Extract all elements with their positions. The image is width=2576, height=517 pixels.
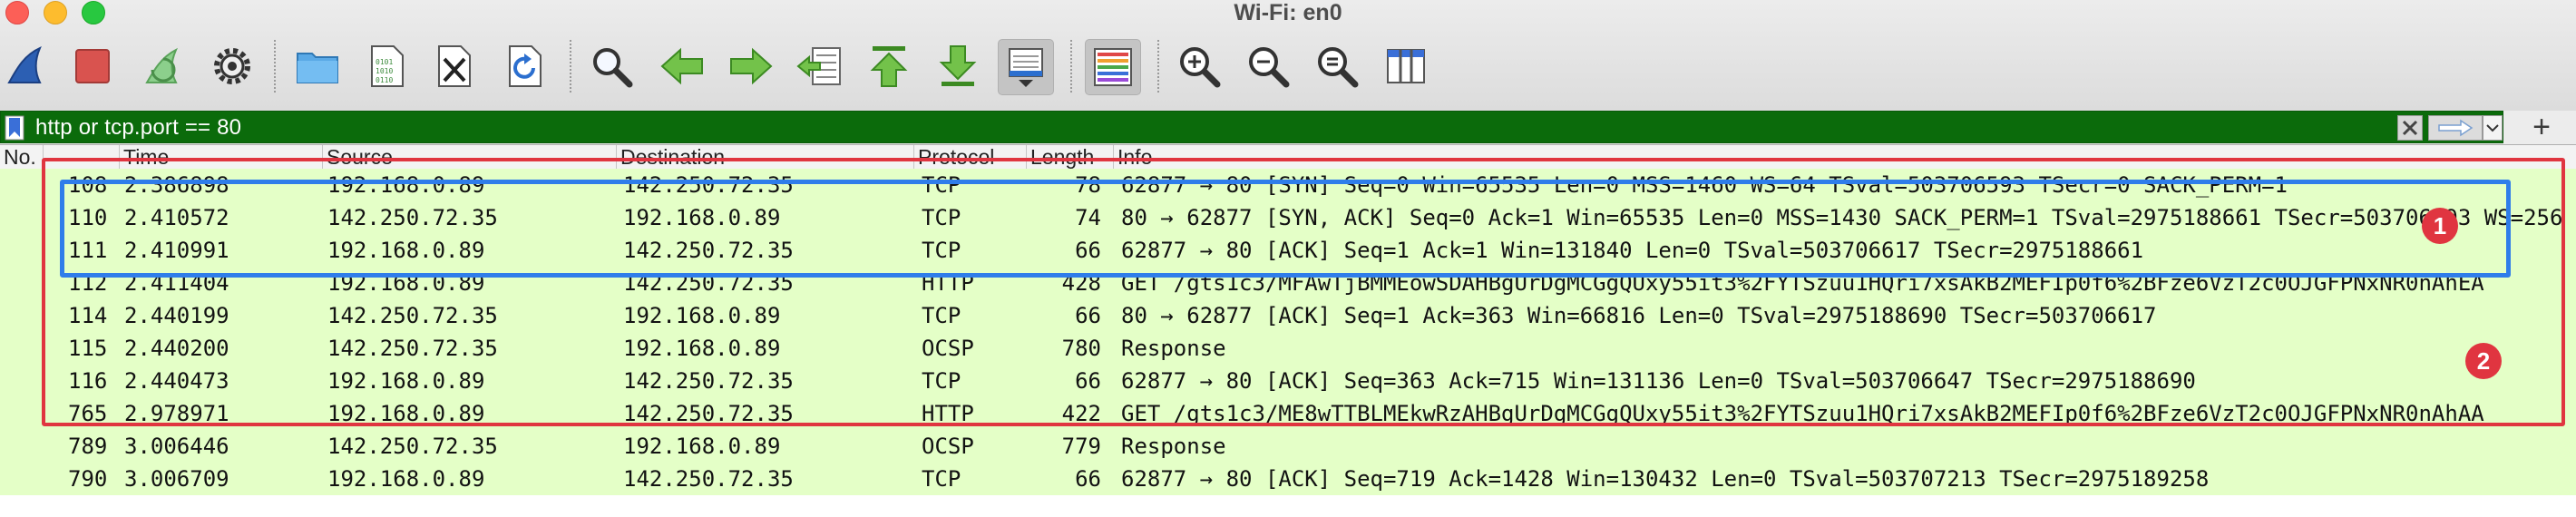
display-filter-text[interactable]: http or tcp.port == 80: [35, 113, 241, 142]
cell-time: 3.006446: [124, 434, 229, 459]
last-packet-button[interactable]: [931, 39, 985, 93]
restart-capture-button[interactable]: [136, 39, 190, 93]
zoom-reset-icon: [1318, 47, 1359, 88]
add-filter-button-icon[interactable]: +: [2523, 111, 2560, 143]
arrow-down-icon: [939, 45, 977, 86]
zoom-in-icon: [1180, 47, 1221, 88]
display-filter-bar: http or tcp.port == 80 +: [0, 111, 2576, 145]
cell-length: 779: [1061, 434, 1101, 459]
annotation-badge-2: 2: [2465, 343, 2502, 379]
arrow-left-icon: [660, 47, 703, 85]
stop-capture-button[interactable]: [65, 39, 120, 93]
cell-no: 789: [68, 434, 108, 459]
cell-info: Response: [1121, 434, 1226, 459]
resize-columns-icon: [1387, 49, 1425, 83]
normal-size-button[interactable]: [1310, 39, 1364, 93]
start-capture-button[interactable]: [0, 39, 54, 93]
cell-no: 790: [68, 466, 108, 492]
restart-fin-icon: [145, 47, 178, 83]
zoom-out-button[interactable]: [1241, 39, 1295, 93]
filter-history-button[interactable]: [2483, 115, 2503, 141]
chevron-down-icon: [2486, 124, 2499, 132]
cell-time: 3.006709: [124, 466, 229, 492]
shark-fin-icon: [7, 46, 42, 83]
toolbar-separator: [570, 40, 571, 93]
zoom-in-button[interactable]: [1172, 39, 1226, 93]
reload-icon: [509, 45, 542, 87]
toolbar-separator: [274, 40, 276, 93]
cell-length: 66: [1075, 466, 1101, 492]
svg-text:0110: 0110: [376, 76, 393, 84]
cell-destination: 192.168.0.89: [623, 434, 781, 459]
cell-destination: 142.250.72.35: [623, 466, 794, 492]
display-filter-input[interactable]: http or tcp.port == 80: [0, 111, 2503, 143]
clear-icon: [2402, 120, 2418, 136]
zoom-out-icon: [1249, 47, 1290, 88]
window-title: Wi-Fi: en0: [1234, 0, 1342, 25]
resize-columns-button[interactable]: [1379, 39, 1433, 93]
packet-row[interactable]: 789 3.006446 142.250.72.35 192.168.0.89 OCSP…: [0, 430, 2576, 463]
toolbar-separator: [1070, 40, 1072, 93]
autoscroll-icon: [1009, 48, 1043, 87]
svg-text:0101: 0101: [376, 58, 393, 66]
title-toolbar-area: Wi-Fi: en0 0101 1010 0110: [0, 0, 2576, 112]
clear-filter-button[interactable]: [2397, 115, 2423, 141]
bookmark-icon[interactable]: [5, 115, 24, 141]
find-packet-button[interactable]: [584, 39, 639, 93]
svg-text:1010: 1010: [376, 67, 393, 75]
first-packet-button[interactable]: [862, 39, 916, 93]
reload-file-button[interactable]: [497, 39, 551, 93]
capture-options-button[interactable]: [205, 39, 259, 93]
cell-source: 142.250.72.35: [327, 434, 498, 459]
go-to-packet-icon: [796, 47, 841, 85]
arrow-up-icon: [870, 46, 908, 87]
folder-icon: [297, 53, 338, 83]
autoscroll-button[interactable]: [998, 39, 1054, 95]
gear-icon: [214, 48, 250, 84]
go-forward-button[interactable]: [724, 39, 778, 93]
apply-arrow-icon: [2438, 119, 2474, 137]
annotation-badge-1: 1: [2422, 208, 2458, 244]
search-icon: [593, 48, 633, 88]
open-file-button[interactable]: [290, 39, 345, 93]
wireshark-window: Wi-Fi: en0 0101 1010 0110 http or tcp.po…: [0, 0, 2576, 517]
go-back-button[interactable]: [655, 39, 709, 93]
save-file-button[interactable]: 0101 1010 0110: [359, 39, 414, 93]
go-to-packet-button[interactable]: [793, 39, 847, 93]
close-file-button[interactable]: [426, 39, 481, 93]
colorize-icon: [1094, 48, 1132, 86]
packet-row[interactable]: 790 3.006709 192.168.0.89 142.250.72.35 TCP 6…: [0, 463, 2576, 495]
apply-filter-button[interactable]: [2428, 115, 2483, 141]
close-file-icon: [438, 45, 471, 87]
cell-source: 192.168.0.89: [327, 466, 485, 492]
cell-info: 62877 → 80 [ACK] Seq=719 Ack=1428 Win=13…: [1121, 466, 2210, 492]
column-header-no[interactable]: No.: [0, 145, 44, 169]
arrow-right-icon: [730, 47, 773, 85]
cell-protocol: OCSP: [922, 434, 974, 459]
stop-icon: [75, 49, 110, 83]
colorize-button[interactable]: [1085, 39, 1141, 95]
toolbar-separator: [1157, 40, 1159, 93]
annotation-box-blue: [60, 180, 2511, 278]
document-binary-icon: 010110100110: [371, 45, 404, 87]
cell-protocol: TCP: [922, 466, 961, 492]
